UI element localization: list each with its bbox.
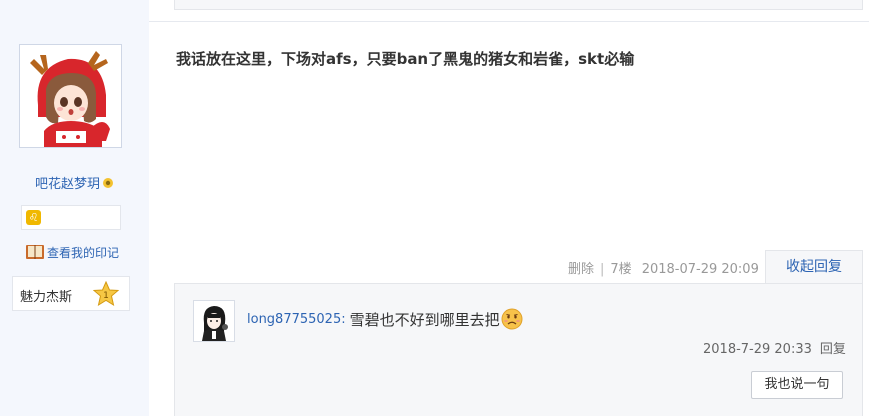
reply-line: long87755025: 雪碧也不好到哪里去把 [247,308,523,330]
post-divider [149,21,869,22]
author-avatar[interactable] [19,44,122,148]
reply-meta: 2018-7-29 20:33 回复 [703,338,846,357]
book-icon [26,245,44,259]
reply-user-avatar[interactable] [193,300,235,342]
post-content: 我话放在这里，下场对afs，只要ban了黑鬼的猪女和岩雀，skt必输 [176,50,635,68]
post-datetime: 2018-07-29 20:09 [641,262,759,277]
view-my-marks-link[interactable]: 查看我的印记 [25,243,119,261]
author-username[interactable]: 吧花赵梦玥 [0,173,149,192]
add-reply-button[interactable]: 我也说一句 [751,371,843,399]
level-badge-box: ♌ [21,205,121,230]
post-tail-info: 删除 | 7楼 2018-07-29 20:09 [568,258,759,277]
author-username-text[interactable]: 吧花赵梦玥 [35,177,100,192]
charm-badge[interactable]: 魅力杰斯 1 [12,276,130,311]
floor-number: 7楼 [610,262,632,277]
reply-text: 雪碧也不好到哪里去把 [349,310,500,329]
charm-badge-label: 魅力杰斯 [20,290,73,305]
frown-emoji-icon [501,308,523,330]
flower-icon [103,178,113,188]
star-badge-icon: 1 [93,281,119,307]
reply-link[interactable]: 回复 [820,342,846,357]
delete-link[interactable]: 删除 [568,262,594,277]
reply-datetime: 2018-7-29 20:33 [703,342,812,357]
reply-username[interactable]: long87755025: [247,312,346,327]
leo-zodiac-icon: ♌ [26,210,41,225]
collapse-replies-button[interactable]: 收起回复 [765,250,863,284]
view-my-marks-label[interactable]: 查看我的印记 [47,244,119,261]
separator: | [600,262,605,277]
previous-reply-area [174,0,863,10]
badge-number: 1 [103,291,109,301]
